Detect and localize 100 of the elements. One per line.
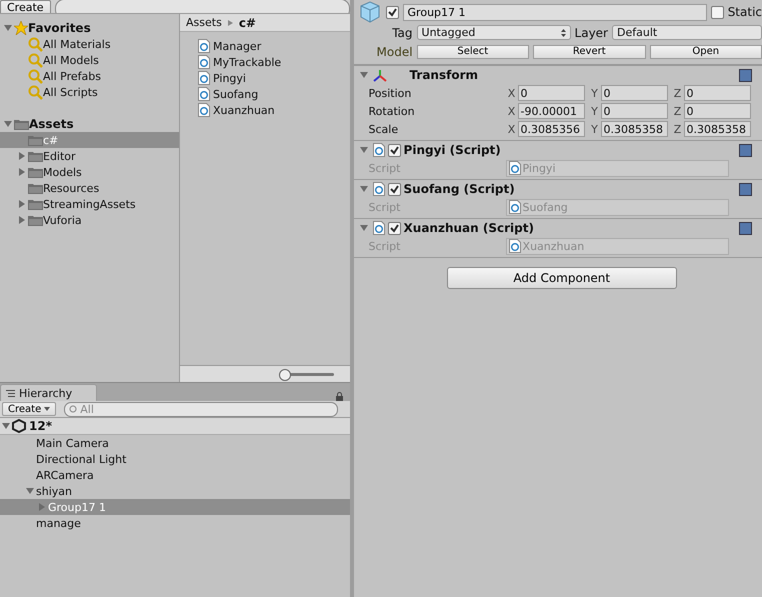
favorite-item[interactable]: All Prefabs [0,68,179,84]
checkbox[interactable] [388,144,401,156]
model-button[interactable]: Open [650,44,762,58]
folder-icon [28,198,43,210]
csharp-script-icon [198,71,210,85]
checkbox[interactable] [386,6,399,18]
static-label: Static [728,5,762,19]
search-icon [69,404,78,414]
checkbox[interactable] [388,222,401,234]
file-item[interactable]: MyTrackable [198,54,350,70]
favorite-item[interactable]: All Materials [0,36,179,52]
checkbox[interactable] [710,6,724,18]
folder-item[interactable]: Models [0,164,179,180]
number-field[interactable]: 0.3085356 [518,121,585,137]
axis-label: Y [590,104,599,118]
number-field[interactable]: 0 [600,85,668,101]
folder-icon [28,214,43,226]
tree-header: Assets [29,117,74,131]
field-label: Tag [391,26,413,40]
file-item[interactable]: Suofang [198,86,350,102]
breadcrumb-item[interactable]: c# [238,16,256,30]
tag-dropdown[interactable]: Untagged [416,25,571,40]
hierarchy-tab[interactable]: Hierarchy [0,384,97,401]
hierarchy-item[interactable]: Main Camera [0,435,350,451]
csharp-script-icon [372,143,385,157]
axes-icon [372,68,387,82]
hierarchy-item[interactable]: shiyan [0,483,350,499]
search-icon [28,84,43,100]
script-icon [508,200,521,214]
component-title: Transform [410,68,478,82]
layer-dropdown[interactable]: Default [612,25,762,40]
breadcrumb-item[interactable]: Assets [186,16,222,29]
field-label: Script [368,240,402,252]
file-item[interactable]: Xuanzhuan [198,102,350,118]
model-button[interactable]: Revert [533,44,646,58]
favorite-item[interactable]: All Scripts [0,84,179,100]
breadcrumb-arrow-icon [228,20,233,26]
csharp-script-icon [198,87,210,101]
number-field[interactable]: 0.3085358 [684,121,751,137]
field-label: Rotation [368,104,416,118]
zoom-slider-thumb[interactable] [278,368,291,380]
axis-label: Z [672,122,682,136]
file-item[interactable]: Manager [198,38,350,54]
axis-label: X [506,86,516,100]
number-field[interactable]: 0.3085358 [600,121,668,137]
script-icon [508,161,521,175]
field-label: Position [368,86,412,100]
search-icon [28,36,43,52]
csharp-script-icon [198,39,210,53]
folder-item[interactable]: StreamingAssets [0,196,179,212]
csharp-script-icon [198,55,210,69]
field-label: Layer [574,26,608,40]
axis-label: X [506,122,516,136]
create-button[interactable]: Create [0,0,51,13]
axis-label: X [506,104,516,118]
hierarchy-item[interactable]: manage [0,515,350,531]
add-component-button[interactable]: Add Component [446,267,677,289]
folder-item[interactable]: Editor [0,148,179,164]
cube-icon [358,1,382,23]
checkbox[interactable] [388,182,401,196]
star-icon [14,21,28,35]
name-field[interactable]: Group17 1 [402,4,707,20]
number-field[interactable]: -90.00001 [518,103,585,119]
field-label: Model [376,44,413,58]
favorite-item[interactable]: All Models [0,52,179,68]
csharp-script-icon [372,182,385,196]
script-field: Suofang [506,198,729,216]
folder-icon [28,150,43,162]
tree-header: Favorites [28,21,91,35]
tab-label: Hierarchy [19,386,72,400]
folder-item[interactable]: Vuforia [0,212,179,228]
number-field[interactable]: 0 [518,85,585,101]
lock-icon[interactable] [334,392,344,401]
folder-icon [14,118,29,130]
axis-label: Y [590,86,599,100]
hierarchy-item[interactable]: Directional Light [0,451,350,467]
number-field[interactable]: 0 [684,103,751,119]
folder-item[interactable]: Resources [0,180,179,196]
folder-icon [28,166,43,178]
folder-icon [28,182,43,194]
number-field[interactable]: 0 [600,103,668,119]
component-title: Suofang (Script) [404,182,515,196]
axis-label: Y [590,122,599,136]
script-icon [508,239,521,253]
number-field[interactable]: 0 [684,85,751,101]
list-icon [6,390,15,396]
file-item[interactable]: Pingyi [198,70,350,86]
caret-icon [44,407,50,411]
field-label: Scale [368,122,400,136]
field-label: Script [368,200,402,214]
hierarchy-item[interactable]: ARCamera [0,467,350,483]
component-title: Xuanzhuan (Script) [404,221,534,235]
stepper-arrows-icon [560,28,566,36]
component-title: Pingyi (Script) [404,143,501,157]
model-button[interactable]: Select [416,44,530,58]
field-label: Script [368,162,402,174]
search-icon [28,52,43,68]
create-button[interactable]: Create [2,402,56,416]
axis-label: Z [672,86,682,100]
csharp-script-icon [372,221,385,235]
